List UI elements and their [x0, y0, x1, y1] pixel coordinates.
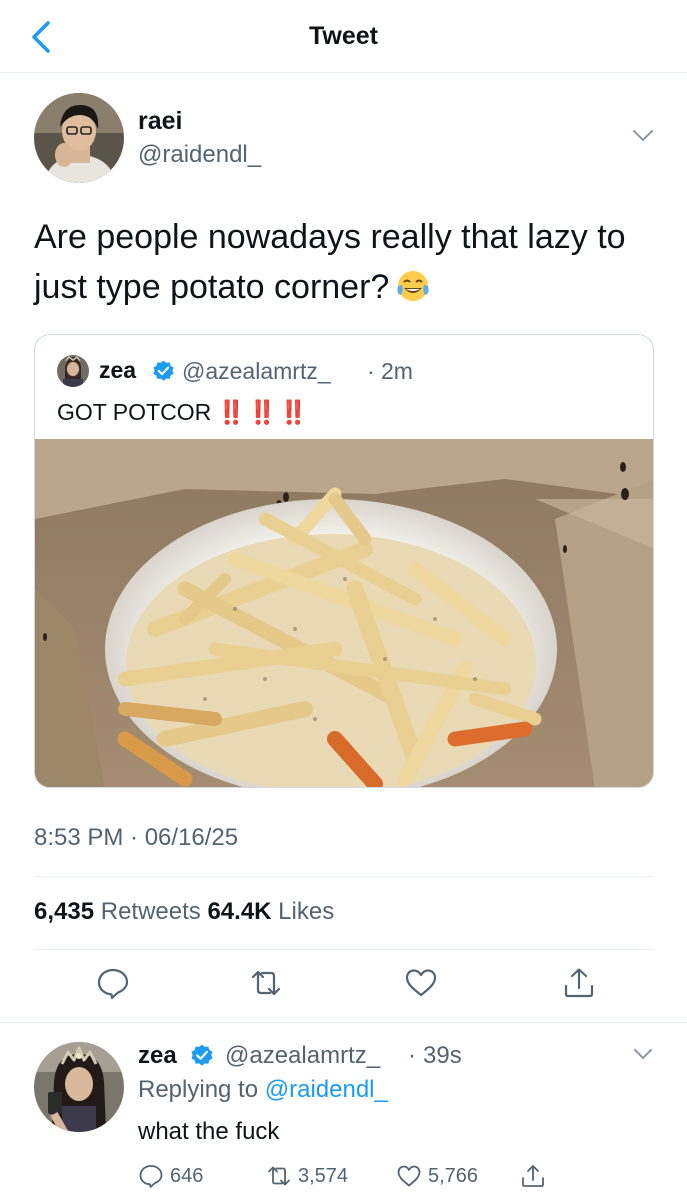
tears-of-joy-emoji-icon	[397, 271, 429, 301]
quoted-time: 2m	[381, 358, 413, 384]
verified-badge-icon	[153, 360, 174, 381]
retweets-label[interactable]: Retweets	[101, 898, 201, 925]
tweet-action-bar	[0, 966, 687, 1006]
tweet-stats: 6,435 Retweets 64.4K Likes	[34, 898, 334, 926]
quoted-media-image[interactable]	[35, 439, 654, 788]
quoted-author-avatar[interactable]	[57, 355, 89, 387]
reply-retweet-count: 3,574	[298, 1164, 349, 1187]
divider	[34, 876, 654, 877]
quoted-separator: ·	[367, 358, 375, 384]
verified-badge-icon	[191, 1044, 213, 1066]
reply-retweet-action[interactable]: 3,574	[266, 1162, 348, 1190]
author-avatar[interactable]	[34, 93, 124, 183]
author-name[interactable]: raei	[138, 107, 182, 136]
retweet-count[interactable]: 6,435	[34, 898, 94, 925]
tweet-timestamp: 8:53 PM · 06/16/25	[34, 824, 239, 851]
reply-like-action[interactable]: 5,766	[396, 1162, 478, 1190]
share-icon	[522, 1165, 544, 1187]
quoted-author-handle[interactable]: @azealamrtz_	[182, 358, 331, 385]
like-icon	[397, 1165, 421, 1187]
divider	[34, 949, 654, 950]
reply-time: 39s	[423, 1042, 462, 1069]
quoted-body: GOT POTCOR	[57, 399, 212, 425]
replying-to-label: Replying to	[138, 1076, 259, 1103]
quoted-tweet[interactable]: zea @azealamrtz_ · 2m GOT POTCOR ‼️ ‼️ ‼️	[34, 334, 654, 788]
reply-author-handle[interactable]: @azealamrtz_	[225, 1042, 380, 1070]
reply-reply-count: 646	[170, 1164, 204, 1187]
share-icon[interactable]	[562, 966, 596, 1000]
quoted-author-name[interactable]: zea	[99, 357, 136, 384]
likes-label[interactable]: Likes	[278, 898, 334, 925]
tweet-author: raei @raidendl_	[34, 93, 654, 185]
tweet-body: Are people nowadays really that lazy to …	[34, 218, 626, 306]
chevron-down-icon[interactable]	[632, 129, 654, 143]
chevron-down-icon[interactable]	[633, 1048, 653, 1061]
top-bar: Tweet	[0, 0, 687, 73]
page-title: Tweet	[309, 22, 378, 50]
quoted-text: GOT POTCOR ‼️ ‼️ ‼️	[57, 399, 308, 426]
reply-author-avatar[interactable]	[34, 1042, 124, 1132]
double-exclamation-emoji: ‼️ ‼️ ‼️	[217, 399, 308, 425]
author-handle[interactable]: @raidendl_	[138, 141, 261, 169]
tweet-text: Are people nowadays really that lazy to …	[34, 212, 654, 312]
reply-share-action[interactable]	[520, 1162, 546, 1190]
like-count[interactable]: 64.4K	[207, 898, 271, 925]
reply-like-count: 5,766	[428, 1164, 479, 1187]
replying-to-link[interactable]: @raidendl_	[265, 1076, 388, 1103]
replying-to: Replying to @raidendl_	[138, 1076, 388, 1104]
like-icon[interactable]	[404, 966, 438, 1000]
reply-icon[interactable]	[96, 966, 130, 1000]
reply-tweet[interactable]: zea @azealamrtz_ · 39s Replying to @raid…	[0, 1022, 687, 1200]
reply-text: what the fuck	[138, 1118, 280, 1145]
reply-author-name[interactable]: zea	[138, 1042, 177, 1070]
reply-icon	[139, 1165, 163, 1188]
retweet-icon	[268, 1166, 290, 1186]
reply-separator: ·	[408, 1042, 416, 1069]
retweet-icon[interactable]	[249, 966, 283, 1000]
reply-reply-action[interactable]: 646	[138, 1162, 203, 1190]
